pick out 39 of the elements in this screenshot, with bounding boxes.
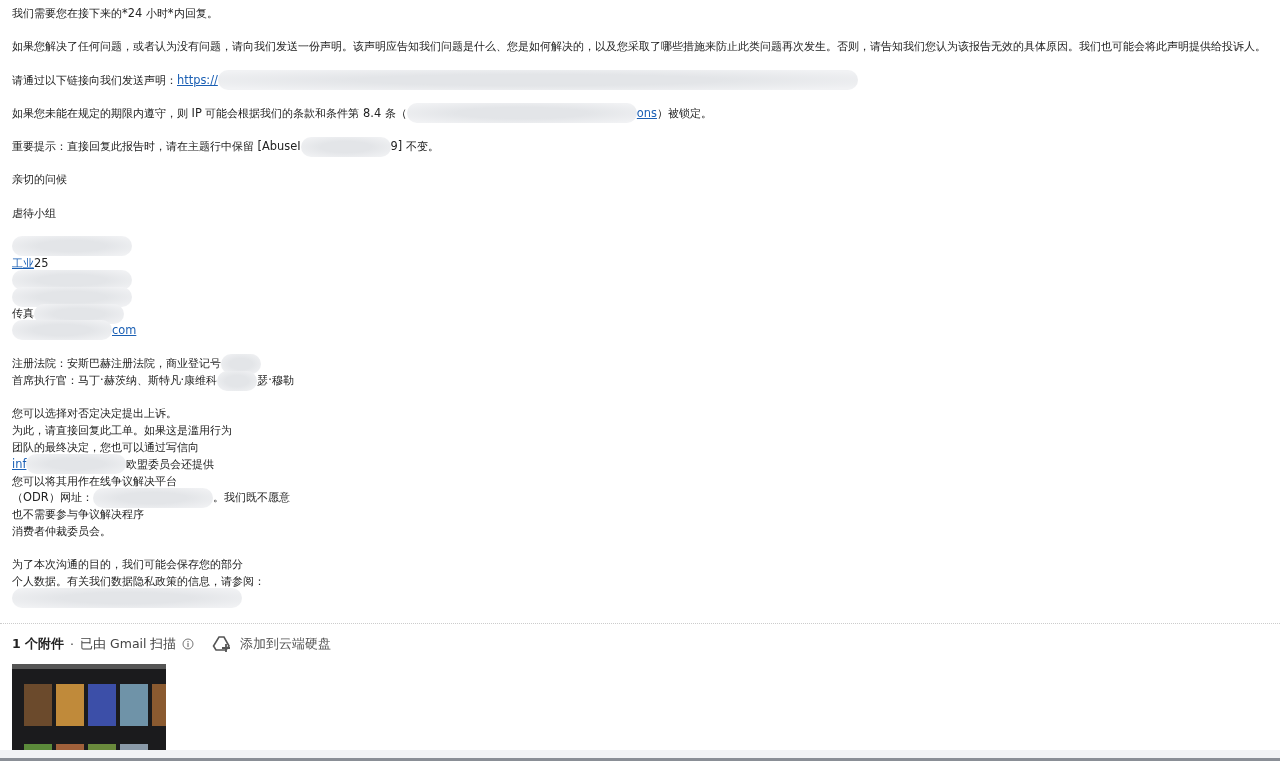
body-text: 为了本次沟通的目的，我们可能会保存您的部分 [12, 556, 243, 574]
link[interactable]: ons [636, 104, 657, 122]
body-text: 。我们既不愿意 [212, 489, 290, 507]
body-text: 重要提示：直接回复此报告时，请在主题行中保留 [AbuseI [12, 138, 301, 155]
add-to-drive-button[interactable]: 添加到云端硬盘 [212, 635, 332, 654]
body-text: （ODR）网址： [12, 489, 93, 507]
body-text: 首席执行官：马丁·赫茨纳、斯特凡·康维科 [12, 372, 218, 389]
body-text: 如果您未能在规定的期限内遵守，则 IP 可能会根据我们的条款和条件第 8.4 条（ [12, 104, 407, 122]
link[interactable]: 工业 [12, 254, 34, 272]
link[interactable]: https:// [177, 71, 218, 89]
body-text: 亲切的问候 [12, 171, 67, 189]
scan-note: 已由 Gmail 扫描 [80, 635, 177, 653]
body-text: 欧盟委员会还提供 [126, 455, 215, 473]
body-text: 如果您解决了任何问题，或者认为没有问题，请向我们发送一份声明。该声明应告知我们问题是什么、您是如何解决的，以及您采取了哪些措施来防止此类问题再次发生。否则，请告知我们您认为该报告无效的具体原因。我们也可能会将此声明提供给投诉人。 [12, 38, 1266, 56]
body-text: 传真 [12, 305, 34, 323]
info-icon[interactable] [182, 638, 195, 651]
body-text: 团队的最终决定，您也可以通过写信向 [12, 439, 199, 456]
attachment-count: 1 个附件 [12, 635, 65, 653]
body-text: 我们需要您在接下来的*24 小时*内回复。 [12, 5, 218, 22]
body-text: 请通过以下链接向我们发送声明： [12, 71, 177, 89]
redaction-blur [221, 353, 261, 374]
link[interactable]: com [112, 322, 137, 339]
body-text: 虐待小组 [12, 204, 56, 222]
link[interactable]: inf [12, 455, 27, 473]
body-text: 您可以将其用作在线争议解决平台 [12, 472, 177, 490]
body-text: 个人数据。有关我们数据隐私政策的信息，请参阅： [12, 573, 265, 590]
triangle-plus-icon [212, 635, 233, 654]
body-text: 也不需要参与争议解决程序 [12, 506, 144, 524]
body-text: 瑟·穆勒 [257, 372, 294, 389]
redaction-blur [217, 370, 258, 391]
body-text: 您可以选择对否定决定提出上诉。 [12, 405, 177, 423]
separator-dot: · [70, 636, 75, 652]
attachment-thumbnail[interactable] [12, 664, 166, 750]
body-text: ）被锁定。 [656, 104, 712, 122]
body-text: 消费者仲裁委员会。 [12, 523, 111, 540]
body-text: 注册法院：安斯巴赫注册法院，商业登记号 [12, 355, 221, 373]
body-text: 25 [34, 254, 49, 272]
body-text: 为此，请直接回复此工单。如果这是滥用行为 [12, 422, 232, 440]
body-text: 9] 不变。 [390, 138, 439, 155]
